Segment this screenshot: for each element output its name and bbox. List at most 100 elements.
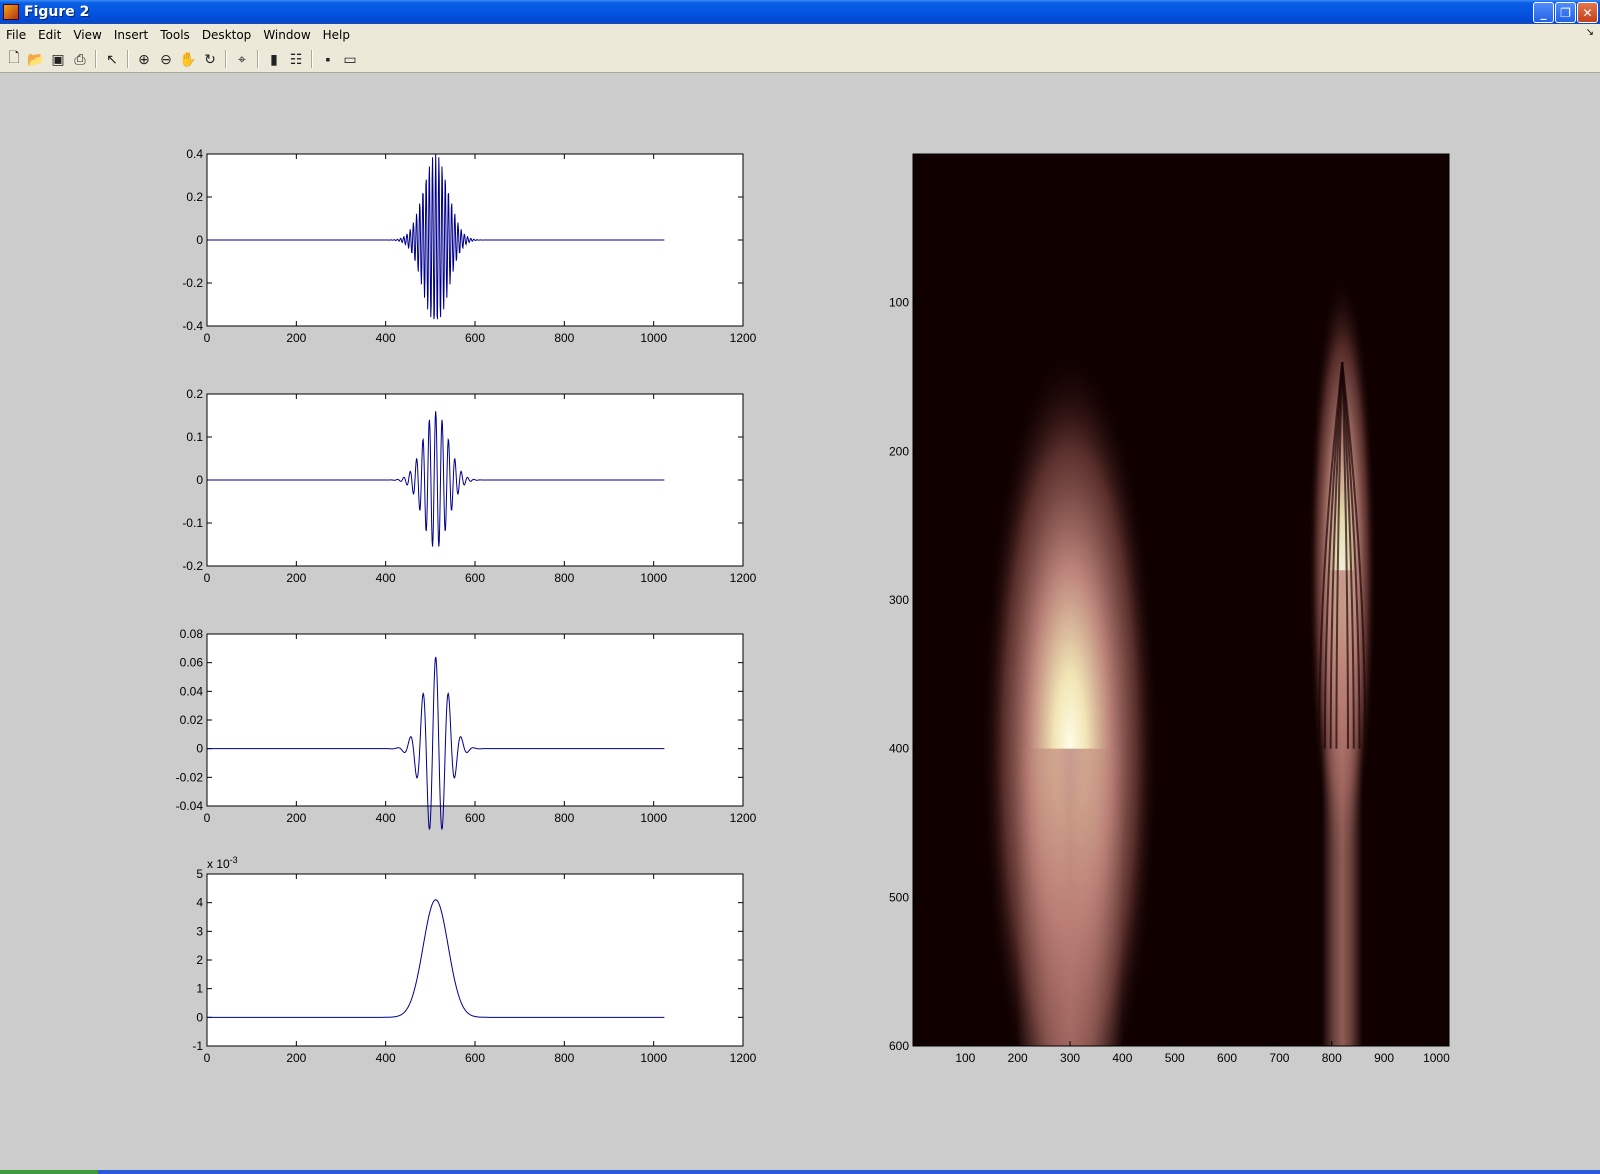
heatmap-x-tick-label: 800 xyxy=(1322,1051,1342,1065)
toolbar-separator xyxy=(127,50,129,68)
menu-tools[interactable]: Tools xyxy=(154,24,196,46)
x-tick-label: 400 xyxy=(376,571,396,585)
y-tick-label: -0.1 xyxy=(182,516,203,530)
y-tick-label: 0.06 xyxy=(180,656,204,670)
menu-desktop[interactable]: Desktop xyxy=(196,24,258,46)
heatmap-y-tick-label: 300 xyxy=(889,593,909,607)
heatmap-y-tick-label: 400 xyxy=(889,742,909,756)
y-tick-label: 0 xyxy=(196,473,203,487)
edit-plot-arrow-icon[interactable]: ↖ xyxy=(101,48,123,70)
y-tick-label: 4 xyxy=(196,896,203,910)
toolbar-separator xyxy=(225,50,227,68)
toolbar-separator xyxy=(95,50,97,68)
zoom-in-icon[interactable]: ⊕ xyxy=(133,48,155,70)
x-tick-label: 1200 xyxy=(730,1051,757,1065)
print-icon[interactable]: ⎙ xyxy=(69,48,91,70)
x-tick-label: 600 xyxy=(465,811,485,825)
taskbar-strip xyxy=(0,1170,1600,1174)
menu-view[interactable]: View xyxy=(67,24,107,46)
y-tick-label: 2 xyxy=(196,953,203,967)
x-tick-label: 1200 xyxy=(730,331,757,345)
start-button-strip xyxy=(0,1170,98,1174)
zoom-out-icon[interactable]: ⊖ xyxy=(155,48,177,70)
legend-icon[interactable]: ☷ xyxy=(285,48,307,70)
figure-canvas[interactable]: 0 200 400 600 800 1000 1200 0.4 0.2 0 -0.2 -0.4 0 200… xyxy=(0,74,1600,1170)
rotate-3d-icon[interactable]: ↻ xyxy=(199,48,221,70)
y-tick-label: 0.04 xyxy=(180,684,204,698)
pan-hand-icon[interactable]: ✋ xyxy=(177,48,199,70)
heatmap-x-tick-label: 300 xyxy=(1060,1051,1080,1065)
x-tick-label: 200 xyxy=(286,811,306,825)
y-tick-label: -1 xyxy=(192,1039,203,1053)
figure-toolbar: 🗋 📂 ▣ ⎙ ↖ ⊕ ⊖ ✋ ↻ ⌖ ▮ ☷ ▪ ▭ xyxy=(0,46,1600,73)
x-tick-label: 0 xyxy=(204,571,211,585)
heatmap-y-tick-label: 100 xyxy=(889,296,909,310)
x-tick-label: 200 xyxy=(286,331,306,345)
x-tick-label: 400 xyxy=(376,331,396,345)
heatmap-x-tick-label: 1000 xyxy=(1423,1051,1450,1065)
y-tick-label: -0.2 xyxy=(182,559,203,573)
heatmap-x-tick-label: 200 xyxy=(1008,1051,1028,1065)
y-tick-label: 5 xyxy=(196,867,203,881)
x-tick-label: 1000 xyxy=(640,571,667,585)
y-tick-label: 0 xyxy=(196,233,203,247)
x-tick-label: 1000 xyxy=(640,811,667,825)
y-tick-label: -0.4 xyxy=(182,319,203,333)
menu-help[interactable]: Help xyxy=(317,24,356,46)
save-icon[interactable]: ▣ xyxy=(47,48,69,70)
x-tick-label: 400 xyxy=(376,811,396,825)
x-tick-label: 1000 xyxy=(640,331,667,345)
y-tick-label: -0.2 xyxy=(182,276,203,290)
figure-svg: 0 200 400 600 800 1000 12000.40.20-0.2-0.40 200… xyxy=(176,147,1450,1065)
x-tick-label: 600 xyxy=(465,331,485,345)
y-tick-label: 0.08 xyxy=(180,627,204,641)
restore-button[interactable]: ❐ xyxy=(1555,2,1576,23)
toolbar-separator xyxy=(311,50,313,68)
heatmap-tail-2 xyxy=(1321,570,1363,1046)
heatmap-x-tick-label: 900 xyxy=(1374,1051,1394,1065)
hide-plot-tools-icon[interactable]: ▪ xyxy=(317,48,339,70)
x-tick-label: 200 xyxy=(286,571,306,585)
y-tick-label: -0.04 xyxy=(176,799,204,813)
x-tick-label: 800 xyxy=(554,811,574,825)
minimize-button[interactable]: _ xyxy=(1533,2,1554,23)
heatmap-x-tick-label: 500 xyxy=(1165,1051,1185,1065)
y-tick-label: 1 xyxy=(196,982,203,996)
y-tick-label: 0 xyxy=(196,742,203,756)
axes-3-box xyxy=(206,633,744,807)
menu-edit[interactable]: Edit xyxy=(32,24,67,46)
y-tick-label: 0 xyxy=(196,1010,203,1024)
menu-bar: File Edit View Insert Tools Desktop Wind… xyxy=(0,24,1600,46)
data-cursor-icon[interactable]: ⌖ xyxy=(231,48,253,70)
close-button[interactable]: ✕ xyxy=(1577,2,1598,23)
heatmap-y-tick-label: 500 xyxy=(889,890,909,904)
dock-arrow-icon[interactable]: ↘ xyxy=(1586,27,1594,38)
menu-file[interactable]: File xyxy=(0,24,32,46)
x-tick-label: 0 xyxy=(204,331,211,345)
x-tick-label: 1000 xyxy=(640,1051,667,1065)
axes-4-box xyxy=(206,873,744,1047)
heatmap-x-tick-label: 400 xyxy=(1112,1051,1132,1065)
y-tick-label: 0.1 xyxy=(186,430,203,444)
y-exponent-label: x 10-3 xyxy=(207,855,238,871)
x-tick-label: 600 xyxy=(465,571,485,585)
x-tick-label: 1200 xyxy=(730,571,757,585)
heatmap-y-tick-label: 600 xyxy=(889,1039,909,1053)
x-tick-label: 800 xyxy=(554,1051,574,1065)
new-figure-icon[interactable]: 🗋 xyxy=(3,48,25,70)
matlab-app-icon xyxy=(3,4,19,20)
x-tick-label: 0 xyxy=(204,1051,211,1065)
menu-insert[interactable]: Insert xyxy=(108,24,154,46)
heatmap-x-tick-label: 700 xyxy=(1269,1051,1289,1065)
colorbar-icon[interactable]: ▮ xyxy=(263,48,285,70)
y-tick-label: 0.2 xyxy=(186,190,203,204)
y-tick-label: 0.2 xyxy=(186,387,203,401)
menu-window[interactable]: Window xyxy=(257,24,316,46)
x-tick-label: 600 xyxy=(465,1051,485,1065)
x-tick-label: 0 xyxy=(204,811,211,825)
show-plot-tools-icon[interactable]: ▭ xyxy=(339,48,361,70)
window-title: Figure 2 xyxy=(24,4,90,20)
heatmap-y-tick-label: 200 xyxy=(889,444,909,458)
window-titlebar[interactable]: Figure 2 _ ❐ ✕ xyxy=(0,0,1600,24)
open-file-icon[interactable]: 📂 xyxy=(25,48,47,70)
